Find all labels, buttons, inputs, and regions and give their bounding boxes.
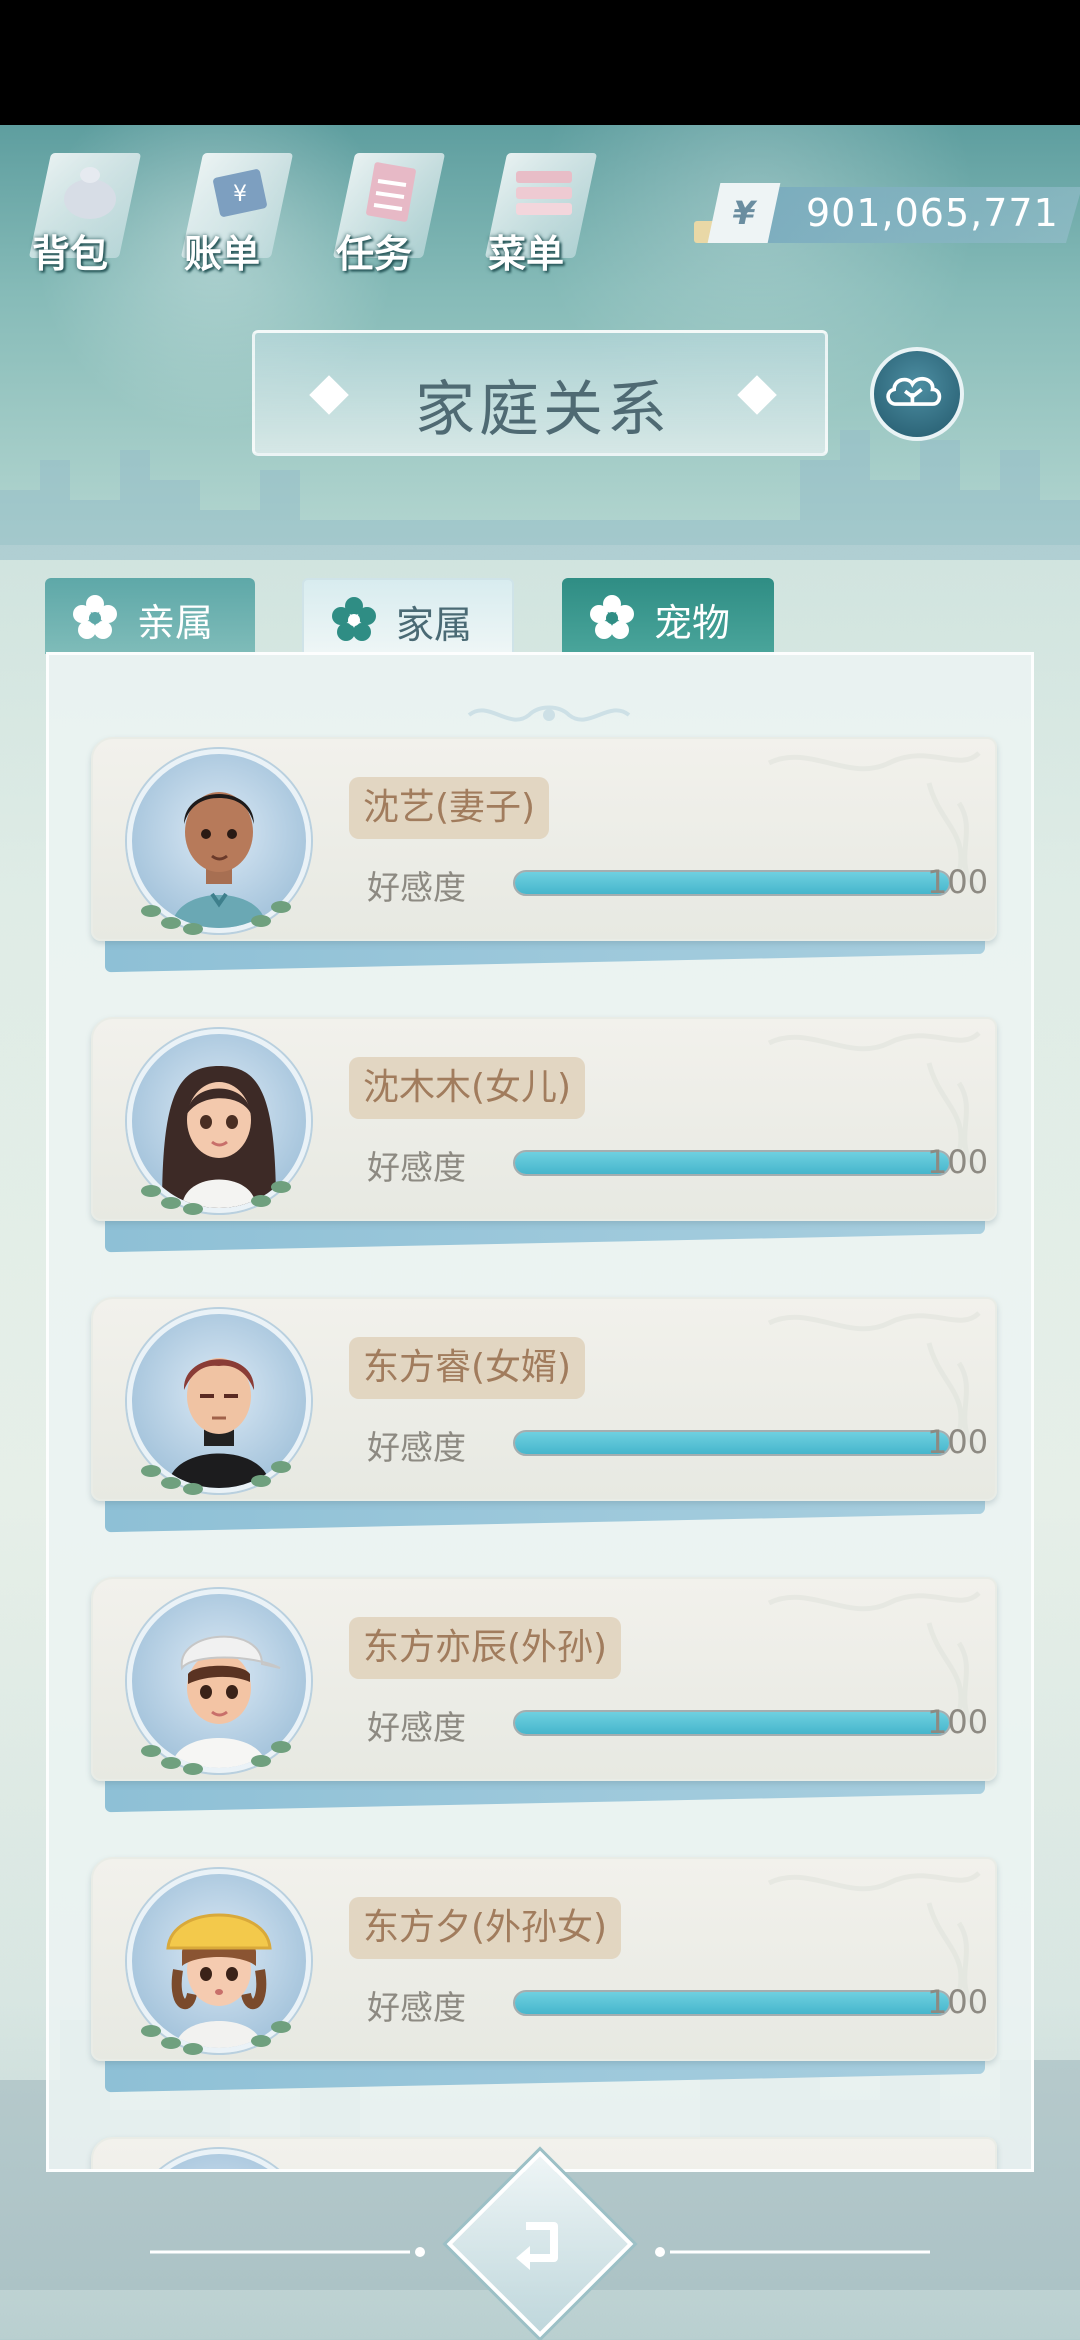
- leaves-ornament: [141, 1461, 291, 1495]
- affinity-value: 100: [927, 1423, 989, 1461]
- member-card[interactable]: 东方亦辰(外孙) 好感度 100: [91, 1577, 1001, 1813]
- tab-pets[interactable]: 宠物: [562, 578, 774, 654]
- affinity-bar: [513, 1150, 951, 1176]
- member-name: 东方睿(女婿): [349, 1337, 586, 1399]
- tab-label: 宠物: [654, 601, 731, 645]
- affinity-fill: [515, 872, 949, 894]
- affinity-fill: [515, 1432, 949, 1454]
- member-card[interactable]: 东方睿(女婿) 好感度 100: [91, 1297, 1001, 1533]
- card-body: 沈艺(妻子) 好感度 100: [91, 737, 997, 941]
- leaves-ornament: [141, 1741, 291, 1775]
- leaves-ornament: [141, 2021, 291, 2055]
- card-body: 沈木木(女儿) 好感度 100: [91, 1017, 997, 1221]
- affinity-label: 好感度: [367, 868, 466, 907]
- title-banner: 家庭关系: [252, 330, 828, 456]
- bag-icon: [64, 167, 116, 219]
- leaves-ornament: [141, 901, 291, 935]
- task-button[interactable]: 任务: [326, 135, 446, 285]
- affinity-label: 好感度: [367, 1148, 466, 1187]
- flower-icon: [73, 595, 117, 639]
- lace-ornament: [767, 1311, 981, 1455]
- menu-button[interactable]: 菜单: [478, 135, 598, 285]
- lace-ornament: [767, 1591, 981, 1735]
- affinity-fill: [515, 1992, 949, 2014]
- member-name: 沈木木(女儿): [349, 1057, 586, 1119]
- tab-relatives[interactable]: 亲属: [45, 578, 255, 654]
- top-menu: 背包 ¥ 账单 任务 菜单: [22, 135, 598, 285]
- lace-ornament: [767, 1031, 981, 1175]
- scroll-ornament: [467, 705, 631, 722]
- affinity-bar: [513, 1430, 951, 1456]
- affinity-label: 好感度: [367, 1428, 466, 1467]
- flower-icon: [332, 597, 376, 641]
- affinity-bar: [513, 1990, 951, 2016]
- member-name: 东方亦辰(外孙): [349, 1617, 622, 1679]
- bill-icon: ¥: [213, 169, 267, 217]
- affinity-fill: [515, 1152, 949, 1174]
- yen-icon: ¥: [707, 183, 781, 243]
- leaves-ornament: [141, 1181, 291, 1215]
- menu-label: 菜单: [488, 232, 565, 276]
- affinity-label: 好感度: [367, 1988, 466, 2027]
- member-name: 沈艺(妻子): [349, 777, 550, 839]
- menu-icon: [516, 171, 572, 215]
- affinity-value: 100: [927, 863, 989, 901]
- status-bar: [0, 0, 1080, 125]
- task-icon: [366, 162, 416, 222]
- family-list-panel[interactable]: 沈艺(妻子) 好感度 100 沈木木(女儿) 好感度 100 东方睿(女婿) 好…: [46, 652, 1034, 2172]
- return-icon: [516, 2222, 558, 2270]
- divider-ornament: [150, 2247, 425, 2257]
- currency-display: ¥ 901,065,771: [694, 183, 1080, 243]
- member-card[interactable]: 东方夕(外孙女) 好感度 100: [91, 1857, 1001, 2093]
- affinity-label: 好感度: [367, 1708, 466, 1747]
- family-tree-button[interactable]: [870, 347, 964, 441]
- bag-button[interactable]: 背包: [22, 135, 142, 285]
- divider-ornament: [655, 2247, 930, 2257]
- member-name: 东方夕(外孙女): [349, 1897, 622, 1959]
- cloud-tree-icon: [886, 376, 942, 406]
- affinity-bar: [513, 1710, 951, 1736]
- affinity-value: 100: [927, 1143, 989, 1181]
- member-card[interactable]: 沈艺(妻子) 好感度 100: [91, 737, 1001, 973]
- menu-label: 账单: [184, 232, 261, 276]
- bill-button[interactable]: ¥ 账单: [174, 135, 294, 285]
- card-body: 东方亦辰(外孙) 好感度 100: [91, 1577, 997, 1781]
- affinity-fill: [515, 1712, 949, 1734]
- page-title: 家庭关系: [415, 375, 671, 445]
- affinity-value: 100: [927, 1703, 989, 1741]
- member-card[interactable]: 沈木木(女儿) 好感度 100: [91, 1017, 1001, 1253]
- tab-family[interactable]: 家属: [302, 578, 514, 654]
- avatar: [127, 2149, 311, 2169]
- currency-amount: 901,065,771: [806, 191, 1059, 235]
- lace-ornament: [767, 751, 981, 895]
- affinity-bar: [513, 870, 951, 896]
- flower-icon: [590, 595, 634, 639]
- tab-label: 亲属: [137, 601, 214, 645]
- menu-label: 任务: [336, 232, 413, 276]
- card-body: 东方睿(女婿) 好感度 100: [91, 1297, 997, 1501]
- tab-label: 家属: [396, 603, 473, 647]
- menu-label: 背包: [32, 232, 109, 276]
- lace-ornament: [767, 1871, 981, 2015]
- affinity-value: 100: [927, 1983, 989, 2021]
- svg-text:¥: ¥: [233, 182, 247, 207]
- card-body: 东方夕(外孙女) 好感度 100: [91, 1857, 997, 2061]
